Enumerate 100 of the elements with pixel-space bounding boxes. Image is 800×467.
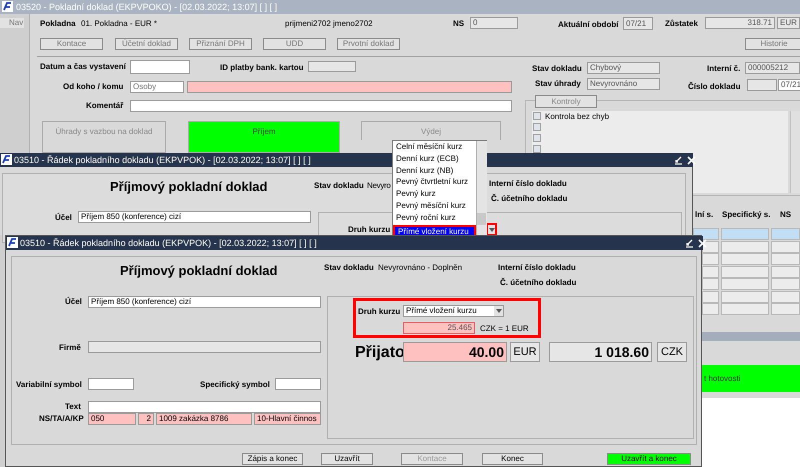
- dropdown-option[interactable]: Pevný měsíční kurz: [393, 201, 476, 213]
- field-label: Od koho / komu: [63, 82, 124, 92]
- input-field[interactable]: EUR: [777, 17, 800, 29]
- field-label: ID platby bank. kartou: [220, 63, 304, 73]
- table-cell: [721, 290, 769, 302]
- input-field[interactable]: [275, 378, 321, 390]
- table-cell: [771, 266, 800, 278]
- button[interactable]: Uzavřít a konec: [607, 453, 691, 465]
- input-field[interactable]: 07/21: [623, 17, 653, 30]
- check-label: Kontrola bez chyb: [545, 112, 610, 122]
- input-field[interactable]: [88, 378, 134, 390]
- dropdown-option[interactable]: Pevný kurz: [393, 189, 476, 202]
- input-field[interactable]: Osoby: [130, 81, 184, 93]
- minimize-icon[interactable]: [685, 239, 694, 248]
- button[interactable]: Uzavřít: [321, 453, 373, 465]
- table-cell: [771, 253, 800, 265]
- field-label: Č. účetního dokladu: [500, 278, 576, 288]
- input-field[interactable]: Příjem 850 (konference) cizí: [88, 296, 321, 308]
- caret-icon: [496, 309, 502, 313]
- input-field[interactable]: 050: [88, 413, 136, 425]
- window-title: 03520 - Pokladní doklad (EKPVPOKO) - [02.03.2022; 13:07] [ ] [ ]: [0, 0, 800, 14]
- app-logo-icon: [2, 1, 13, 12]
- input-field[interactable]: Příjem 850 (konference) cizí: [78, 211, 311, 223]
- table-cell: [702, 266, 719, 278]
- table-cell: [721, 278, 769, 290]
- action-button[interactable]: t hotovosti: [702, 365, 800, 392]
- field-label: Účel: [55, 213, 72, 223]
- input-field[interactable]: [187, 81, 512, 93]
- table-cell: [771, 240, 800, 252]
- form-heading: Příjmový pokladní doklad: [110, 180, 268, 194]
- button[interactable]: Kontace: [40, 38, 103, 50]
- input-field[interactable]: 000005212: [745, 62, 800, 74]
- dropdown-option[interactable]: Denní kurz (NB): [393, 166, 476, 178]
- checkbox[interactable]: [533, 112, 541, 120]
- table-cell: [702, 278, 719, 290]
- nav-button[interactable]: Nav: [0, 18, 24, 28]
- input-field[interactable]: 1 018.60: [549, 342, 652, 362]
- dropdown-option[interactable]: Přímé vložení kurzu: [393, 224, 476, 237]
- button[interactable]: Zápis a konec: [242, 453, 303, 465]
- input-field[interactable]: 0: [470, 17, 518, 29]
- input-field[interactable]: [88, 401, 321, 413]
- close-icon[interactable]: [698, 239, 707, 248]
- input-field[interactable]: [130, 100, 512, 112]
- table-cell: [771, 290, 800, 302]
- minimize-icon[interactable]: [674, 156, 683, 165]
- dropdown-option[interactable]: Celní měsíční kurz: [393, 142, 476, 154]
- input-field[interactable]: Chybový: [587, 62, 660, 74]
- checkbox[interactable]: [533, 123, 541, 131]
- input-field[interactable]: 25.465: [403, 322, 475, 334]
- close-icon[interactable]: [687, 156, 696, 165]
- field-label: Interní číslo dokladu: [498, 263, 576, 273]
- input-field[interactable]: 2: [138, 413, 154, 425]
- button[interactable]: Účetní doklad: [115, 38, 178, 50]
- input-field[interactable]: [747, 79, 777, 91]
- input-field[interactable]: CZK: [657, 342, 687, 362]
- form-heading: Příjmový pokladní doklad: [120, 264, 278, 278]
- dropdown-option[interactable]: Denní kurz (ECB): [393, 154, 476, 166]
- action-button[interactable]: Příjem: [188, 121, 340, 153]
- dropdown-button[interactable]: [494, 306, 503, 316]
- table-cell: [771, 228, 800, 240]
- input-field[interactable]: 40.00: [403, 342, 507, 362]
- input-field[interactable]: [130, 60, 190, 74]
- input-field[interactable]: [88, 341, 321, 353]
- column-header: lní s.: [695, 210, 714, 220]
- field-label: Variabilní symbol: [16, 380, 82, 390]
- field-label: Druh kurzu: [348, 225, 390, 235]
- field-label: Č. účetního dokladu: [491, 194, 568, 204]
- checkbox[interactable]: [533, 134, 541, 142]
- table-cell: [721, 240, 769, 252]
- field-label: Stav úhrady: [535, 79, 581, 89]
- field-value: Nevyrovnáno - Doplněn: [378, 263, 462, 273]
- input-field[interactable]: Nevyrovnáno: [587, 78, 660, 90]
- table-cell: [721, 303, 769, 315]
- input-field[interactable]: 1009 zakázka 8786: [156, 413, 252, 425]
- table-cell: [721, 253, 769, 265]
- field-label: Stav dokladu: [532, 64, 582, 74]
- field-label: Datum a čas vystavení: [40, 62, 126, 72]
- app-logo-icon: [1, 154, 12, 165]
- table-cell: [702, 290, 719, 302]
- field-label: Pokladna: [40, 19, 76, 29]
- button[interactable]: Přiznání DPH: [189, 38, 252, 50]
- input-field[interactable]: 318.71: [705, 17, 775, 29]
- button[interactable]: Konec: [482, 453, 543, 465]
- table-cell: [771, 303, 800, 315]
- input-field[interactable]: EUR: [510, 342, 540, 362]
- dropdown-field[interactable]: Přímé vložení kurzu: [403, 305, 504, 317]
- field-label: Přijato: [355, 344, 405, 362]
- table-cell: [721, 228, 769, 240]
- dropdown-option[interactable]: Pevný roční kurz: [393, 212, 476, 225]
- scrollbar-thumb[interactable]: [477, 213, 486, 225]
- input-field[interactable]: 10-Hlavní činnos: [254, 413, 321, 425]
- user-name: prijmeni2702 jmeno2702: [285, 19, 373, 29]
- field-label: Zůstatek: [665, 19, 698, 29]
- checkbox[interactable]: [533, 145, 541, 153]
- button[interactable]: Prvotní doklad: [337, 38, 400, 50]
- input-field[interactable]: [308, 61, 356, 72]
- dropdown-option[interactable]: Pevný čtvrtletní kurz: [393, 177, 476, 190]
- column-header: NS: [780, 210, 792, 220]
- field-label: Účel: [65, 297, 82, 307]
- field-value: Nevyro: [367, 181, 391, 191]
